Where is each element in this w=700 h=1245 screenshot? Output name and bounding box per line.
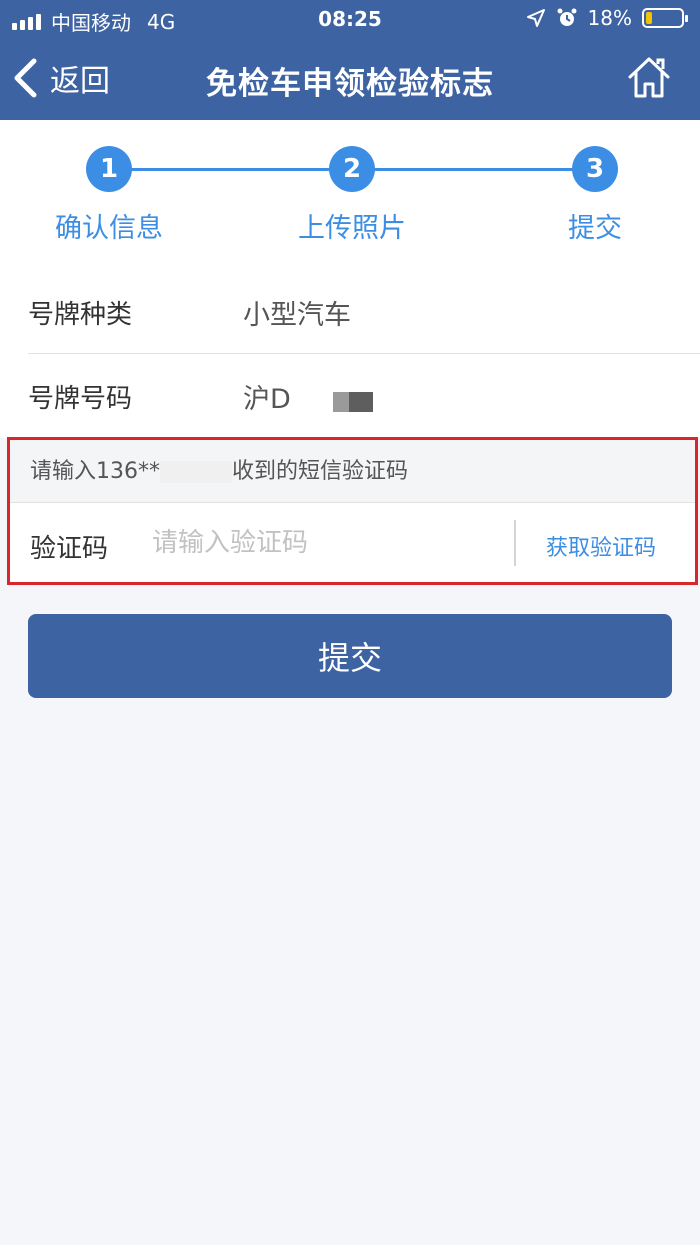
battery-percent: 18% bbox=[587, 6, 632, 30]
sms-verification-box: 请输入136** 收到的短信验证码 验证码 获取验证码 bbox=[7, 437, 698, 585]
step-2-circle: 2 bbox=[329, 146, 375, 192]
status-bar: 中国移动 4G 08:25 18% bbox=[0, 0, 700, 38]
alarm-icon bbox=[557, 8, 577, 26]
redacted-plate-mosaic bbox=[333, 392, 373, 412]
location-icon bbox=[526, 9, 545, 27]
step-1-label: 确认信息 bbox=[55, 213, 163, 244]
plate-number-label: 号牌号码 bbox=[28, 383, 133, 414]
step-1-circle: 1 bbox=[86, 146, 132, 192]
plate-type-label: 号牌种类 bbox=[28, 299, 133, 330]
sms-hint-suffix: 收到的短信验证码 bbox=[232, 459, 409, 484]
sms-hint-prefix: 请输入136** bbox=[30, 459, 160, 484]
page-title: 免检车申领检验标志 bbox=[206, 66, 494, 102]
sms-hint: 请输入136** 收到的短信验证码 bbox=[10, 440, 695, 503]
status-right: 18% bbox=[526, 6, 688, 30]
plate-type-value: 小型汽车 bbox=[243, 299, 351, 331]
home-icon[interactable] bbox=[626, 54, 672, 100]
code-row: 验证码 获取验证码 bbox=[10, 504, 695, 582]
battery-fill bbox=[646, 12, 653, 24]
code-label: 验证码 bbox=[30, 534, 109, 564]
step-3-circle: 3 bbox=[572, 146, 618, 192]
nav-bar: 返回 免检车申领检验标志 bbox=[0, 38, 700, 120]
step-connector bbox=[374, 168, 574, 171]
plate-type-row: 号牌种类 小型汽车 bbox=[0, 270, 700, 354]
step-3-label: 提交 bbox=[568, 213, 622, 244]
step-2-label: 上传照片 bbox=[298, 213, 406, 244]
step-indicator: 1 2 3 确认信息 上传照片 提交 bbox=[0, 120, 700, 270]
code-input[interactable] bbox=[150, 520, 510, 566]
get-code-button[interactable]: 获取验证码 bbox=[546, 530, 656, 562]
vehicle-info: 号牌种类 小型汽车 号牌号码 沪D bbox=[0, 270, 700, 438]
battery-icon bbox=[642, 8, 688, 28]
app-header: 中国移动 4G 08:25 18% 返回 免检车申领检验标志 bbox=[0, 0, 700, 120]
redacted-phone bbox=[160, 461, 232, 483]
vertical-divider bbox=[514, 520, 516, 566]
submit-button[interactable]: 提交 bbox=[28, 614, 672, 698]
step-connector bbox=[130, 168, 330, 171]
plate-number-value: 沪D bbox=[243, 383, 291, 415]
